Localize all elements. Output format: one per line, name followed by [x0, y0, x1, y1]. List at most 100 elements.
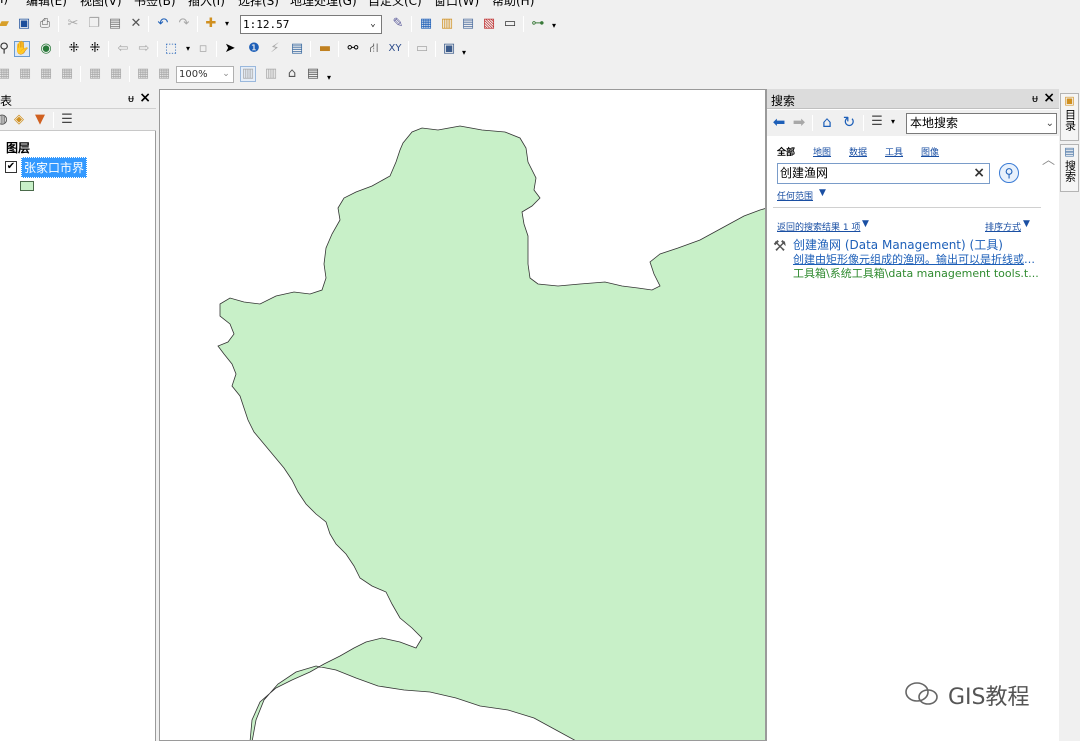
copy-icon[interactable]: ❐	[86, 16, 102, 32]
pin-icon[interactable]: ᵾ	[1032, 92, 1038, 105]
full-extent-icon[interactable]: ◉	[38, 41, 54, 57]
result-path[interactable]: 工具箱\系统工具箱\data management tools.t...	[793, 265, 1043, 281]
menu-item-file[interactable]: I)	[0, 0, 8, 6]
python-window-icon[interactable]: ▭	[502, 16, 518, 32]
tab-images[interactable]: 图像	[921, 145, 939, 158]
result-count-link[interactable]: 返回的搜索结果 1 项	[777, 220, 860, 233]
layout-fixed-zoom-out-icon[interactable]: ▦	[108, 66, 124, 82]
side-tab-catalog[interactable]: ▣ 目录	[1060, 93, 1079, 141]
map-scale-input[interactable]: 1:12.57 ⌄	[240, 15, 382, 34]
pan-icon[interactable]: ✋	[14, 41, 30, 57]
zoom-whole-page-icon[interactable]: ▦	[59, 66, 75, 82]
time-slider-icon[interactable]: ▭	[414, 41, 430, 57]
add-data-icon[interactable]: ✚	[203, 16, 219, 32]
map-view[interactable]	[159, 89, 766, 741]
search-extent-link[interactable]: 任何范围	[777, 189, 813, 202]
result-count-dropdown-icon[interactable]: ▼	[862, 219, 869, 229]
search-go-icon[interactable]: ⚲	[999, 163, 1019, 183]
refresh-icon[interactable]: ↻	[841, 114, 857, 130]
model-builder-icon[interactable]: ⊶	[530, 16, 546, 32]
find-icon[interactable]: ⚯	[345, 41, 361, 57]
add-data-dropdown-icon[interactable]: ▾	[219, 16, 235, 32]
layout-forward-icon[interactable]: ▦	[156, 66, 172, 82]
toolbar-grip-icon[interactable]: ▾	[327, 73, 335, 83]
toc-window-icon[interactable]: ▦	[418, 16, 434, 32]
menu-item-windows[interactable]: 窗口(W)	[434, 0, 479, 9]
toolbar-grip-icon[interactable]: ▾	[552, 21, 560, 31]
identify-icon[interactable]: ❶	[246, 41, 262, 57]
layer-visibility-checkbox[interactable]: ✔	[5, 161, 17, 173]
close-icon[interactable]: ×	[1043, 90, 1055, 106]
go-forward-icon[interactable]: ⇨	[136, 41, 152, 57]
menu-item-view[interactable]: 视图(V)	[80, 0, 122, 9]
toggle-draft-mode-icon[interactable]: ▥	[240, 66, 256, 82]
search-scope-select[interactable]: 本地搜索 ⌄	[906, 113, 1057, 134]
clear-selection-icon[interactable]: ▫	[195, 41, 211, 57]
layers-group-label[interactable]: 图层	[6, 139, 30, 156]
select-elements-icon[interactable]: ➤	[222, 41, 238, 57]
layer-symbol-swatch[interactable]	[20, 181, 34, 191]
create-viewer-icon[interactable]: ▣	[441, 41, 457, 57]
menu-item-selection[interactable]: 选择(S)	[238, 0, 279, 9]
redo-icon[interactable]: ↷	[176, 16, 192, 32]
forward-arrow-icon[interactable]: ➡	[791, 114, 807, 130]
home-icon[interactable]: ⌂	[819, 114, 835, 130]
tab-data[interactable]: 数据	[849, 145, 867, 158]
menu-item-help[interactable]: 帮助(H)	[492, 0, 534, 9]
layout-fixed-zoom-in-icon[interactable]: ▦	[87, 66, 103, 82]
cut-icon[interactable]: ✂	[65, 16, 81, 32]
search-window-icon[interactable]: ▤	[460, 16, 476, 32]
collapse-icon[interactable]: ︿	[1042, 149, 1055, 168]
fixed-zoom-out-icon[interactable]: ⁜	[87, 41, 103, 57]
go-back-icon[interactable]: ⇦	[115, 41, 131, 57]
measure-icon[interactable]: ▬	[317, 41, 333, 57]
chevron-down-icon[interactable]: ⌄	[366, 17, 380, 32]
focus-data-frame-icon[interactable]: ▥	[263, 66, 279, 82]
arctoolbox-icon[interactable]: ▧	[481, 16, 497, 32]
menu-item-geoprocessing[interactable]: 地理处理(G)	[290, 0, 357, 9]
delete-icon[interactable]: ✕	[128, 16, 144, 32]
options-dropdown-icon[interactable]: ▾	[885, 114, 901, 130]
undo-icon[interactable]: ↶	[155, 16, 171, 32]
html-popup-icon[interactable]: ▤	[289, 41, 305, 57]
find-route-icon[interactable]: ⛙	[366, 41, 382, 57]
open-icon[interactable]: ▰	[0, 16, 12, 32]
change-layout-icon[interactable]: ⌂	[284, 66, 300, 82]
paste-icon[interactable]: ▤	[107, 16, 123, 32]
extent-dropdown-icon[interactable]: ▼	[819, 188, 826, 198]
chevron-down-icon[interactable]: ⌄	[1046, 114, 1054, 133]
editor-toolbar-icon[interactable]: ✎	[390, 16, 406, 32]
print-icon[interactable]: ⎙	[37, 16, 53, 32]
search-options-icon[interactable]: ☰	[869, 114, 885, 130]
layer-name[interactable]: 张家口市界	[21, 157, 88, 178]
layout-zoom-out-icon[interactable]: ▦	[17, 66, 33, 82]
tab-maps[interactable]: 地图	[813, 145, 831, 158]
save-icon[interactable]: ▣	[16, 16, 32, 32]
layout-zoom-in-icon[interactable]: ▦	[0, 66, 12, 82]
back-arrow-icon[interactable]: ⬅	[771, 114, 787, 130]
data-driven-pages-icon[interactable]: ▤	[305, 66, 321, 82]
pin-icon[interactable]: ᵾ	[128, 92, 134, 105]
tab-tools[interactable]: 工具	[885, 145, 903, 158]
search-input[interactable]: 创建渔网 ×	[777, 163, 990, 184]
select-features-icon[interactable]: ⬚	[163, 41, 179, 57]
fixed-zoom-in-icon[interactable]: ⁜	[66, 41, 82, 57]
side-tab-search[interactable]: ▤ 搜索	[1060, 144, 1079, 192]
menu-item-edit[interactable]: 编辑(E)	[26, 0, 67, 9]
list-by-visibility-icon[interactable]: ▼	[32, 112, 48, 128]
layout-zoom-percent-input[interactable]: 100% ⌄	[176, 66, 234, 83]
hyperlink-icon[interactable]: ⚡	[267, 41, 283, 57]
chevron-down-icon[interactable]: ⌄	[220, 67, 232, 82]
go-to-xy-icon[interactable]: XY	[387, 41, 403, 57]
menu-item-bookmarks[interactable]: 书签(B)	[134, 0, 176, 9]
sort-link[interactable]: 排序方式	[985, 220, 1021, 233]
list-by-source-icon[interactable]: ◈	[11, 112, 27, 128]
layout-back-icon[interactable]: ▦	[135, 66, 151, 82]
zhangjiakou-boundary-map[interactable]	[160, 90, 766, 741]
options-icon[interactable]: ☰	[59, 112, 75, 128]
zoom-out-icon[interactable]: ⚲	[0, 41, 12, 57]
menu-item-customize[interactable]: 自定义(C)	[368, 0, 422, 9]
menu-item-insert[interactable]: 插入(I)	[188, 0, 225, 9]
tab-all[interactable]: 全部	[777, 145, 795, 158]
layout-pan-icon[interactable]: ▦	[38, 66, 54, 82]
